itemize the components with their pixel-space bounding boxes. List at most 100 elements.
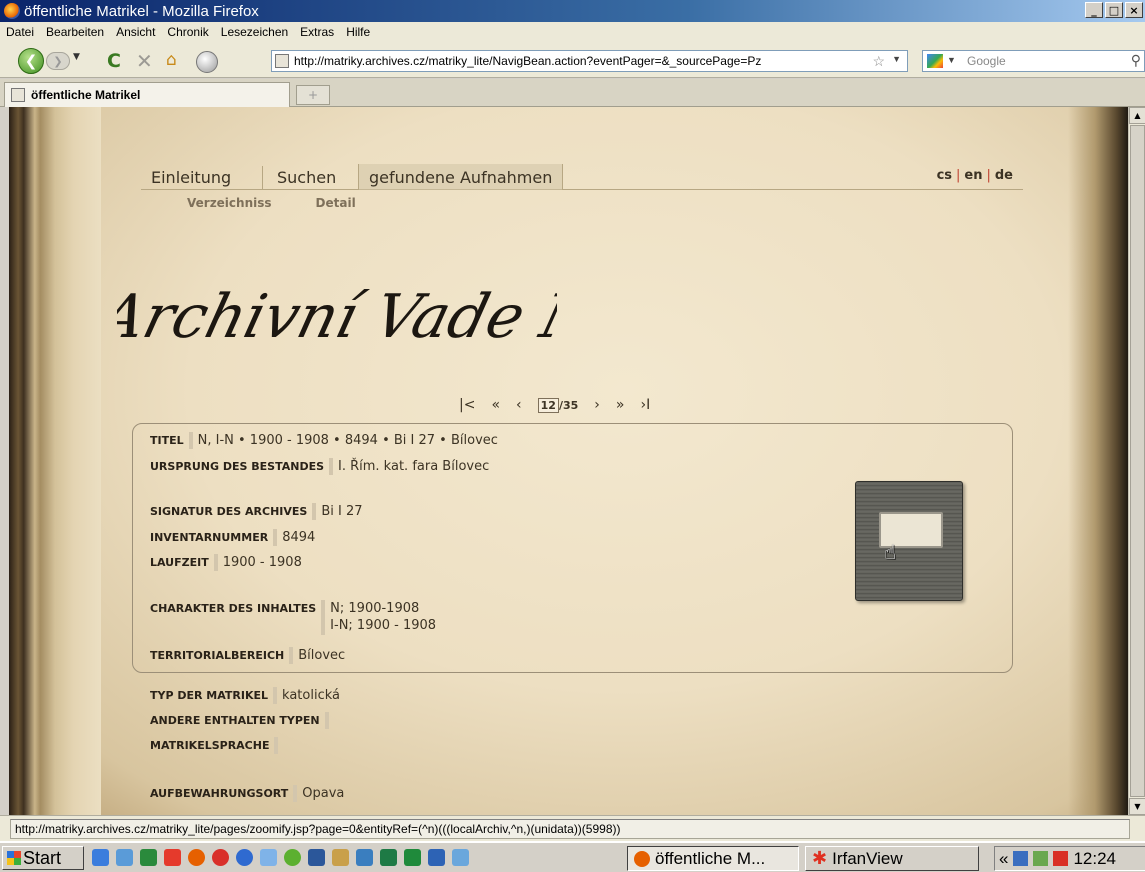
home-icon[interactable]: ⌂ (166, 50, 177, 70)
quicklaunch-globe-icon[interactable] (140, 849, 157, 866)
forward-button[interactable]: ❯ (46, 52, 70, 70)
field-sprache: MATRIKELSPRACHE (150, 737, 283, 754)
bookmark-star-icon[interactable]: ☆ (872, 53, 885, 70)
quicklaunch-ie-icon[interactable] (92, 849, 109, 866)
nav-einleitung[interactable]: Einleitung (151, 164, 231, 190)
taskbar-irfanview-task[interactable]: ✱ IrfanView (805, 846, 979, 871)
tray-alert-icon[interactable] (1053, 851, 1069, 866)
scroll-thumb[interactable] (1130, 125, 1145, 797)
quicklaunch-star-icon[interactable] (164, 849, 181, 866)
quick-launch (92, 849, 469, 866)
menu-chronik[interactable]: Chronik (167, 25, 208, 39)
field-andere: ANDERE ENTHALTEN TYPEN (150, 712, 334, 729)
subnav-verzeichniss[interactable]: Verzeichniss (187, 196, 272, 210)
quicklaunch-word-icon[interactable] (308, 849, 325, 866)
quicklaunch-firefox-icon[interactable] (188, 849, 205, 866)
menu-lesezeichen[interactable]: Lesezeichen (221, 25, 288, 39)
first-page-button[interactable]: |< (459, 397, 475, 413)
last-page-button[interactable]: ›I (640, 397, 650, 413)
menu-extras[interactable]: Extras (300, 25, 334, 39)
google-icon[interactable] (927, 54, 943, 68)
prev-page-button[interactable]: ‹ (516, 397, 522, 413)
page-total: /35 (558, 398, 579, 412)
addon-icon[interactable] (196, 51, 218, 73)
site-logo: Archivní Vade Mecum (88, 255, 777, 368)
nav-suchen[interactable]: Suchen (277, 164, 336, 190)
lang-divider: | (986, 168, 991, 183)
menu-hilfe[interactable]: Hilfe (346, 25, 370, 39)
tray-app-icon[interactable] (1033, 851, 1049, 866)
lang-divider: | (956, 168, 961, 183)
subnav-detail[interactable]: Detail (316, 196, 356, 210)
field-divider (329, 458, 334, 475)
field-divider (324, 712, 329, 729)
next-page-button[interactable]: › (594, 397, 600, 413)
field-divider (273, 529, 278, 546)
field-value-list: N; 1900-1908 I-N; 1900 - 1908 (330, 600, 436, 634)
quicklaunch-desktop-icon[interactable] (116, 849, 133, 866)
status-text: http://matriky.archives.cz/matriky_lite/… (10, 818, 1130, 839)
taskbar-firefox-task[interactable]: öffentliche M... (627, 846, 799, 871)
url-dropdown-icon[interactable]: ▼ (892, 54, 901, 64)
quicklaunch-save-icon[interactable] (428, 849, 445, 866)
minimize-button[interactable]: _ (1085, 2, 1103, 18)
quicklaunch-excel-icon[interactable] (404, 849, 421, 866)
quicklaunch-app3-icon[interactable] (356, 849, 373, 866)
back-button[interactable]: ❮ (18, 48, 44, 74)
start-button[interactable]: Start (2, 846, 84, 870)
nav-gefundene-aufnahmen[interactable]: gefundene Aufnahmen (358, 164, 564, 190)
quicklaunch-tool-icon[interactable] (332, 849, 349, 866)
system-tray: « 12:24 (994, 846, 1145, 871)
maximize-button[interactable]: □ (1105, 2, 1123, 18)
field-territorial: TERRITORIALBEREICH Bílovec (150, 647, 345, 664)
field-divider (321, 600, 326, 635)
search-icon[interactable]: ⚲ (1131, 52, 1141, 69)
vertical-scrollbar[interactable]: ▲ ▼ (1128, 107, 1145, 815)
lang-de[interactable]: de (995, 168, 1013, 183)
field-label: AUFBEWAHRUNGSORT (150, 787, 289, 800)
quicklaunch-app4-icon[interactable] (380, 849, 397, 866)
quicklaunch-browser-icon[interactable] (236, 849, 253, 866)
field-titel: TITEL N, I-N • 1900 - 1908 • 8494 • Bi I… (150, 432, 498, 449)
quicklaunch-app2-icon[interactable] (284, 849, 301, 866)
navigation-toolbar: ❮ ❯ ▼ C ✕ ⌂ http://matriky.archives.cz/m… (0, 42, 1145, 78)
field-label: SIGNATUR DES ARCHIVES (150, 505, 308, 518)
register-thumbnail[interactable]: ☝ (855, 481, 963, 601)
next-fast-button[interactable]: » (616, 397, 625, 413)
field-value: Bi I 27 (321, 504, 363, 519)
lang-en[interactable]: en (964, 168, 982, 183)
tray-network-icon[interactable] (1013, 851, 1029, 866)
quicklaunch-app5-icon[interactable] (452, 849, 469, 866)
scroll-up-icon[interactable]: ▲ (1129, 107, 1145, 124)
tray-expand-button[interactable]: « (999, 849, 1008, 869)
quicklaunch-opera-icon[interactable] (212, 849, 229, 866)
url-bar[interactable]: http://matriky.archives.cz/matriky_lite/… (271, 50, 908, 72)
site-favicon-icon (275, 54, 289, 68)
new-tab-button[interactable]: + (296, 85, 330, 105)
history-dropdown-icon[interactable]: ▼ (73, 52, 80, 62)
prev-fast-button[interactable]: « (491, 397, 500, 413)
close-button[interactable]: × (1125, 2, 1143, 18)
menu-datei[interactable]: Datei (6, 25, 34, 39)
tab-active[interactable]: öffentliche Matrikel (4, 82, 290, 107)
field-label: INVENTARNUMMER (150, 531, 269, 544)
menu-bearbeiten[interactable]: Bearbeiten (46, 25, 104, 39)
page-content: Einleitung Suchen gefundene Aufnahmen cs… (9, 107, 1128, 815)
reload-icon[interactable]: C (107, 50, 121, 72)
field-divider (274, 737, 279, 754)
field-divider (188, 432, 193, 449)
stop-icon[interactable]: ✕ (136, 49, 153, 73)
field-label: TYP DER MATRIKEL (150, 689, 269, 702)
menu-ansicht[interactable]: Ansicht (116, 25, 155, 39)
windows-logo-icon (7, 851, 21, 865)
hand-cursor-icon: ☝ (884, 540, 897, 564)
scroll-down-icon[interactable]: ▼ (1129, 798, 1145, 815)
current-page-input[interactable]: 12 (537, 397, 559, 413)
language-switcher: cs | en | de (937, 168, 1013, 183)
search-engine-dropdown-icon[interactable]: ▼ (947, 55, 956, 65)
field-value: Opava (302, 786, 345, 801)
quicklaunch-app-icon[interactable] (260, 849, 277, 866)
search-placeholder: Google (967, 54, 1006, 68)
lang-cs[interactable]: cs (937, 168, 952, 183)
search-input[interactable]: ▼ Google ⚲ (922, 50, 1145, 72)
